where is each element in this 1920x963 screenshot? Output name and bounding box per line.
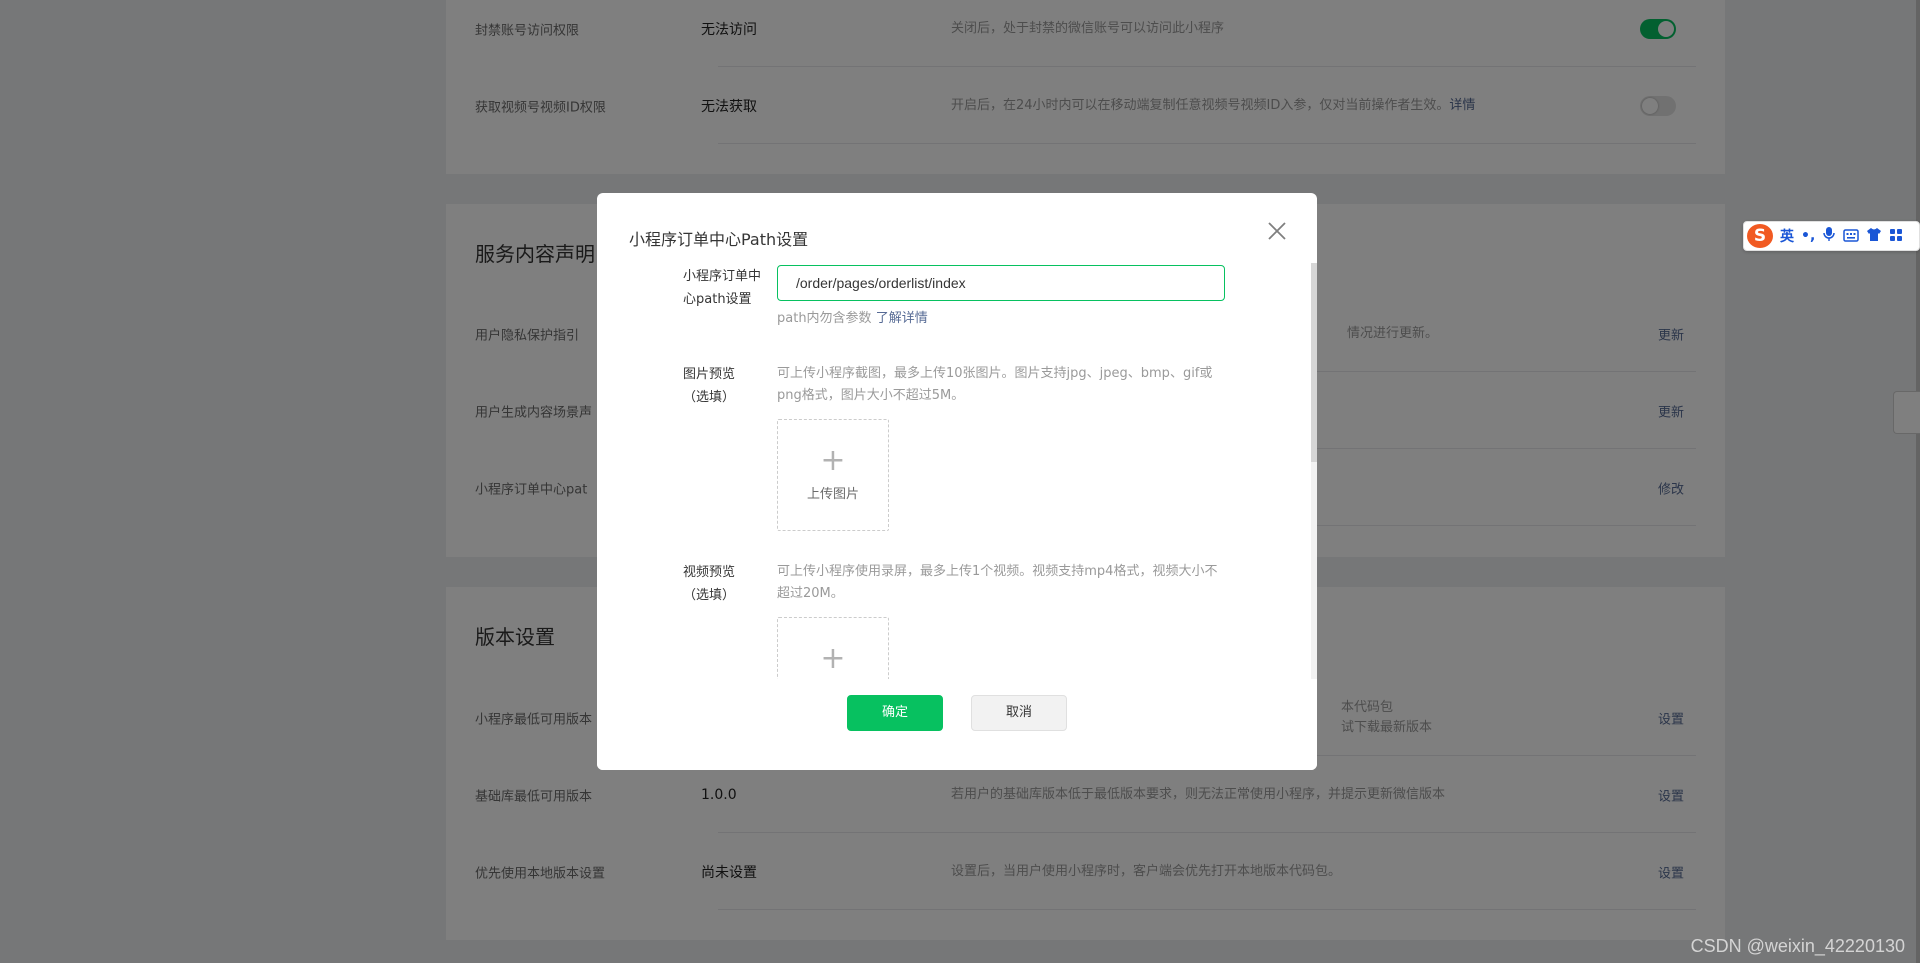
dialog-scrollbar[interactable]	[1311, 263, 1317, 679]
path-input[interactable]	[777, 265, 1225, 301]
ime-punctuation-toggle[interactable]: •,	[1801, 228, 1815, 244]
ime-language-toggle[interactable]: 英	[1780, 226, 1794, 246]
plus-icon: +	[820, 443, 846, 478]
dialog-body: 小程序订单中心path设置 path内勿含参数 了解详情 图片预览（选填） 可上…	[597, 193, 1317, 679]
path-tip-text: path内勿含参数	[777, 311, 872, 326]
watermark: CSDN @weixin_42220130	[1690, 936, 1905, 956]
image-upload-button[interactable]: + 上传图片	[777, 419, 889, 531]
dialog-footer: 确定 取消	[597, 679, 1317, 770]
shirt-icon[interactable]	[1866, 227, 1882, 246]
upload-image-label: 上传图片	[806, 487, 859, 502]
video-tip: 可上传小程序使用录屏，最多上传1个视频。视频支持mp4格式，视频大小不超过20M…	[777, 564, 1218, 601]
video-field-label: 视频预览（选填）	[683, 565, 736, 603]
sogou-logo-icon[interactable]: S	[1747, 224, 1773, 248]
microphone-icon[interactable]	[1822, 226, 1836, 246]
plus-icon: +	[820, 641, 846, 676]
dialog-scrollbar-thumb[interactable]	[1311, 263, 1317, 462]
image-field-label: 图片预览（选填）	[683, 367, 736, 405]
path-field-label: 小程序订单中心path设置	[683, 269, 762, 307]
path-tip: path内勿含参数 了解详情	[777, 308, 1225, 330]
video-upload-button[interactable]: +	[777, 617, 889, 679]
path-input-wrapper	[777, 265, 1225, 301]
ime-toolbar: S 英 •,	[1743, 221, 1920, 251]
image-tip: 可上传小程序截图，最多上传10张图片。图片支持jpg、jpeg、bmp、gif或…	[777, 366, 1213, 403]
grid-icon[interactable]	[1889, 227, 1903, 246]
cancel-button[interactable]: 取消	[971, 695, 1067, 731]
learn-more-link[interactable]: 了解详情	[876, 311, 928, 326]
keyboard-icon[interactable]	[1843, 227, 1860, 246]
confirm-button[interactable]: 确定	[847, 695, 943, 731]
order-path-dialog: 小程序订单中心Path设置 小程序订单中心path设置 path内勿含参数 了解…	[597, 193, 1317, 770]
